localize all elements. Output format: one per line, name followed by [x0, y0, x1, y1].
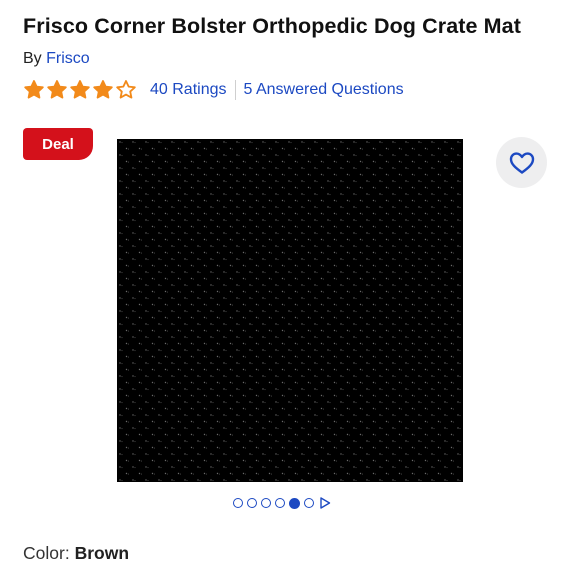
carousel-dot[interactable] — [247, 498, 257, 508]
carousel-dot[interactable] — [304, 498, 314, 508]
brand-link[interactable]: Frisco — [46, 50, 90, 67]
star-filled-icon — [70, 80, 90, 99]
color-label: Color: — [23, 543, 70, 563]
star-filled-icon — [24, 80, 44, 99]
star-rating[interactable] — [23, 79, 137, 101]
color-option: Color: Brown — [23, 543, 129, 564]
carousel-dot[interactable] — [233, 498, 243, 508]
mesh-fabric-image — [117, 139, 463, 482]
divider — [234, 80, 236, 100]
heart-outline-icon — [509, 151, 534, 174]
carousel-dot[interactable] — [275, 498, 285, 508]
image-carousel-indicators — [233, 495, 331, 511]
carousel-dot-active[interactable] — [289, 497, 300, 509]
star-filled-icon — [93, 80, 113, 99]
star-filled-icon — [47, 80, 67, 99]
byline: By Frisco — [23, 50, 90, 68]
favorite-button[interactable] — [496, 137, 547, 188]
deal-badge: Deal — [23, 128, 93, 160]
play-triangle-icon[interactable] — [319, 497, 331, 509]
byline-prefix: By — [23, 50, 42, 67]
product-image[interactable] — [117, 139, 463, 482]
color-value: Brown — [74, 543, 130, 563]
carousel-dot[interactable] — [261, 498, 271, 508]
ratings-link[interactable]: 40 Ratings — [150, 81, 227, 99]
star-outline-icon — [116, 80, 136, 99]
rating-row: 40 Ratings 5 Answered Questions — [23, 77, 404, 103]
answered-questions-link[interactable]: 5 Answered Questions — [244, 81, 404, 99]
product-title: Frisco Corner Bolster Orthopedic Dog Cra… — [23, 14, 521, 38]
